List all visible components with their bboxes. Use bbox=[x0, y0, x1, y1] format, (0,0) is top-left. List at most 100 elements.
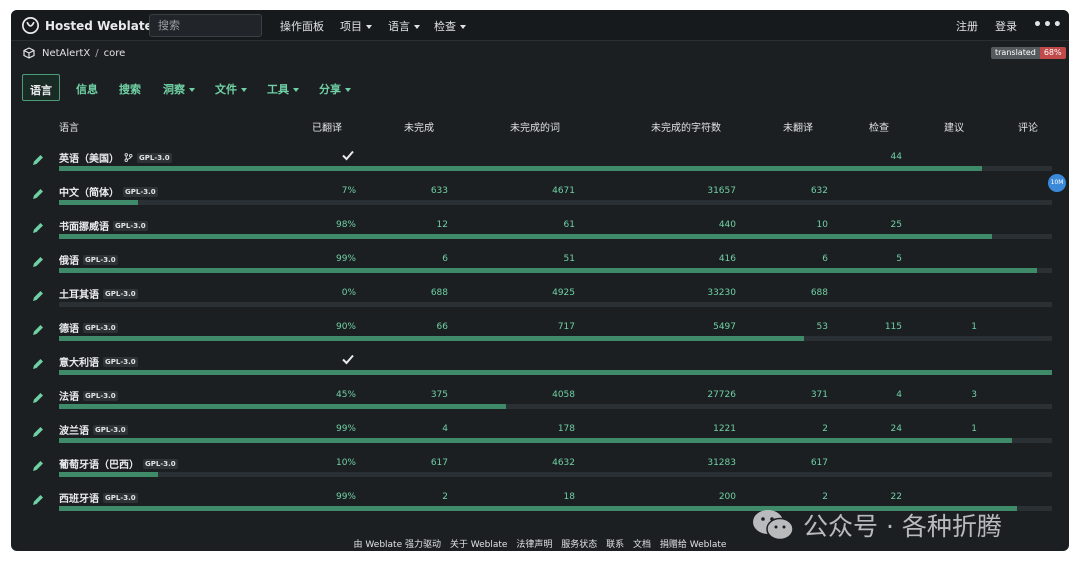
table-row[interactable]: 英语（美国） GPL-3.0 44 bbox=[11, 149, 1069, 183]
cell-suggestions[interactable]: 1 bbox=[971, 322, 977, 332]
cell-unfinished-words[interactable]: 4671 bbox=[552, 186, 575, 196]
cell-unfinished[interactable]: 66 bbox=[437, 322, 448, 332]
footer-docs[interactable]: 文档 bbox=[633, 540, 651, 550]
table-row[interactable]: 葡萄牙语（巴西） GPL-3.0 10% 617 4632 31283 617 bbox=[11, 455, 1069, 489]
pencil-icon[interactable] bbox=[31, 187, 45, 201]
more-menu-icon[interactable]: ••• bbox=[1033, 17, 1063, 33]
table-row[interactable]: 书面挪威语 GPL-3.0 98% 12 61 440 10 25 bbox=[11, 217, 1069, 251]
cell-translated[interactable]: 99% bbox=[336, 424, 356, 434]
footer-powered[interactable]: 由 Weblate 强力驱动 bbox=[354, 540, 441, 550]
cell-unfinished-words[interactable]: 18 bbox=[564, 492, 575, 502]
cell-unfinished-words[interactable]: 717 bbox=[558, 322, 575, 332]
footer-legal[interactable]: 法律声明 bbox=[516, 540, 552, 550]
breadcrumb-project[interactable]: NetAlertX bbox=[42, 48, 90, 59]
cell-unfinished-words[interactable]: 178 bbox=[558, 424, 575, 434]
header-translated[interactable]: 已翻译 bbox=[312, 119, 342, 134]
header-unfinished-chars[interactable]: 未完成的字符数 bbox=[651, 119, 721, 134]
cell-unfinished[interactable]: 6 bbox=[442, 254, 448, 264]
login-link[interactable]: 登录 bbox=[995, 18, 1017, 34]
language-name[interactable]: 中文（简体） GPL-3.0 bbox=[59, 184, 158, 199]
nav-checks[interactable]: 检查 bbox=[434, 18, 466, 34]
cell-unfinished[interactable]: 2 bbox=[442, 492, 448, 502]
cell-unfinished-words[interactable]: 4632 bbox=[552, 458, 575, 468]
cell-translated[interactable]: 99% bbox=[336, 492, 356, 502]
pencil-icon[interactable] bbox=[31, 289, 45, 303]
cell-suggestions[interactable]: 3 bbox=[971, 390, 977, 400]
cell-translated[interactable]: 90% bbox=[336, 322, 356, 332]
footer-donate[interactable]: 捐赠给 Weblate bbox=[660, 540, 727, 550]
cell-untranslated[interactable]: 53 bbox=[817, 322, 828, 332]
cell-unfinished-chars[interactable]: 416 bbox=[719, 254, 736, 264]
cell-suggestions[interactable]: 1 bbox=[971, 424, 977, 434]
header-language[interactable]: 语言 bbox=[59, 119, 79, 134]
table-row[interactable]: 土耳其语 GPL-3.0 0% 688 4925 33230 688 bbox=[11, 285, 1069, 319]
header-suggestions[interactable]: 建议 bbox=[944, 119, 964, 134]
breadcrumb-component[interactable]: core bbox=[104, 48, 126, 59]
cell-translated[interactable]: 98% bbox=[336, 220, 356, 230]
header-checks[interactable]: 检查 bbox=[869, 119, 889, 134]
avatar[interactable]: 10M bbox=[1048, 174, 1066, 192]
cell-untranslated[interactable]: 2 bbox=[822, 492, 828, 502]
pencil-icon[interactable] bbox=[31, 425, 45, 439]
table-row[interactable]: 波兰语 GPL-3.0 99% 4 178 1221 2 24 1 bbox=[11, 421, 1069, 455]
cell-untranslated[interactable]: 617 bbox=[811, 458, 828, 468]
language-name[interactable]: 英语（美国） GPL-3.0 bbox=[59, 150, 172, 165]
cell-unfinished-chars[interactable]: 5497 bbox=[713, 322, 736, 332]
language-name[interactable]: 书面挪威语 GPL-3.0 bbox=[59, 218, 148, 233]
cell-checks[interactable]: 24 bbox=[891, 424, 902, 434]
cell-unfinished[interactable]: 633 bbox=[431, 186, 448, 196]
cell-unfinished-chars[interactable]: 31283 bbox=[707, 458, 736, 468]
language-name[interactable]: 波兰语 GPL-3.0 bbox=[59, 422, 128, 437]
nav-languages[interactable]: 语言 bbox=[388, 18, 420, 34]
tab-insights[interactable]: 洞察 bbox=[163, 74, 195, 101]
pencil-icon[interactable] bbox=[31, 459, 45, 473]
search-input[interactable] bbox=[149, 14, 262, 37]
cell-unfinished-words[interactable]: 61 bbox=[564, 220, 575, 230]
table-row[interactable]: 意大利语 GPL-3.0 bbox=[11, 353, 1069, 387]
cell-untranslated[interactable]: 688 bbox=[811, 288, 828, 298]
cell-unfinished-words[interactable]: 51 bbox=[564, 254, 575, 264]
cell-unfinished-chars[interactable]: 31657 bbox=[707, 186, 736, 196]
cell-checks[interactable]: 4 bbox=[896, 390, 902, 400]
table-row[interactable]: 法语 GPL-3.0 45% 375 4058 27726 371 4 3 bbox=[11, 387, 1069, 421]
cell-unfinished[interactable]: 617 bbox=[431, 458, 448, 468]
cell-checks[interactable]: 115 bbox=[885, 322, 902, 332]
nav-projects[interactable]: 项目 bbox=[340, 18, 372, 34]
cell-translated[interactable]: 99% bbox=[336, 254, 356, 264]
nav-dashboard[interactable]: 操作面板 bbox=[280, 18, 324, 34]
footer-status[interactable]: 服务状态 bbox=[561, 540, 597, 550]
cell-unfinished-chars[interactable]: 200 bbox=[719, 492, 736, 502]
pencil-icon[interactable] bbox=[31, 153, 45, 167]
footer-about[interactable]: 关于 Weblate bbox=[450, 540, 508, 550]
cell-unfinished[interactable]: 375 bbox=[431, 390, 448, 400]
language-name[interactable]: 土耳其语 GPL-3.0 bbox=[59, 286, 138, 301]
brand[interactable]: Hosted Weblate bbox=[22, 17, 153, 34]
header-unfinished-words[interactable]: 未完成的词 bbox=[510, 119, 560, 134]
header-comments[interactable]: 评论 bbox=[1018, 119, 1038, 134]
pencil-icon[interactable] bbox=[31, 255, 45, 269]
language-name[interactable]: 西班牙语 GPL-3.0 bbox=[59, 490, 138, 505]
cell-unfinished[interactable]: 12 bbox=[437, 220, 448, 230]
tab-info[interactable]: 信息 bbox=[76, 74, 98, 101]
cell-unfinished-chars[interactable]: 27726 bbox=[707, 390, 736, 400]
cell-unfinished[interactable]: 688 bbox=[431, 288, 448, 298]
language-name[interactable]: 葡萄牙语（巴西） GPL-3.0 bbox=[59, 456, 178, 471]
tab-languages[interactable]: 语言 bbox=[22, 74, 60, 101]
header-untranslated[interactable]: 未翻译 bbox=[783, 119, 813, 134]
language-name[interactable]: 俄语 GPL-3.0 bbox=[59, 252, 118, 267]
language-name[interactable]: 意大利语 GPL-3.0 bbox=[59, 354, 138, 369]
cell-checks[interactable]: 5 bbox=[896, 254, 902, 264]
language-name[interactable]: 德语 GPL-3.0 bbox=[59, 320, 118, 335]
tab-files[interactable]: 文件 bbox=[215, 74, 247, 101]
language-name[interactable]: 法语 GPL-3.0 bbox=[59, 388, 118, 403]
cell-untranslated[interactable]: 6 bbox=[822, 254, 828, 264]
pencil-icon[interactable] bbox=[31, 357, 45, 371]
cell-unfinished-words[interactable]: 4058 bbox=[552, 390, 575, 400]
cell-untranslated[interactable]: 2 bbox=[822, 424, 828, 434]
cell-untranslated[interactable]: 371 bbox=[811, 390, 828, 400]
pencil-icon[interactable] bbox=[31, 391, 45, 405]
cell-unfinished-words[interactable]: 4925 bbox=[552, 288, 575, 298]
cell-unfinished-chars[interactable]: 1221 bbox=[713, 424, 736, 434]
pencil-icon[interactable] bbox=[31, 221, 45, 235]
table-row[interactable]: 俄语 GPL-3.0 99% 6 51 416 6 5 bbox=[11, 251, 1069, 285]
